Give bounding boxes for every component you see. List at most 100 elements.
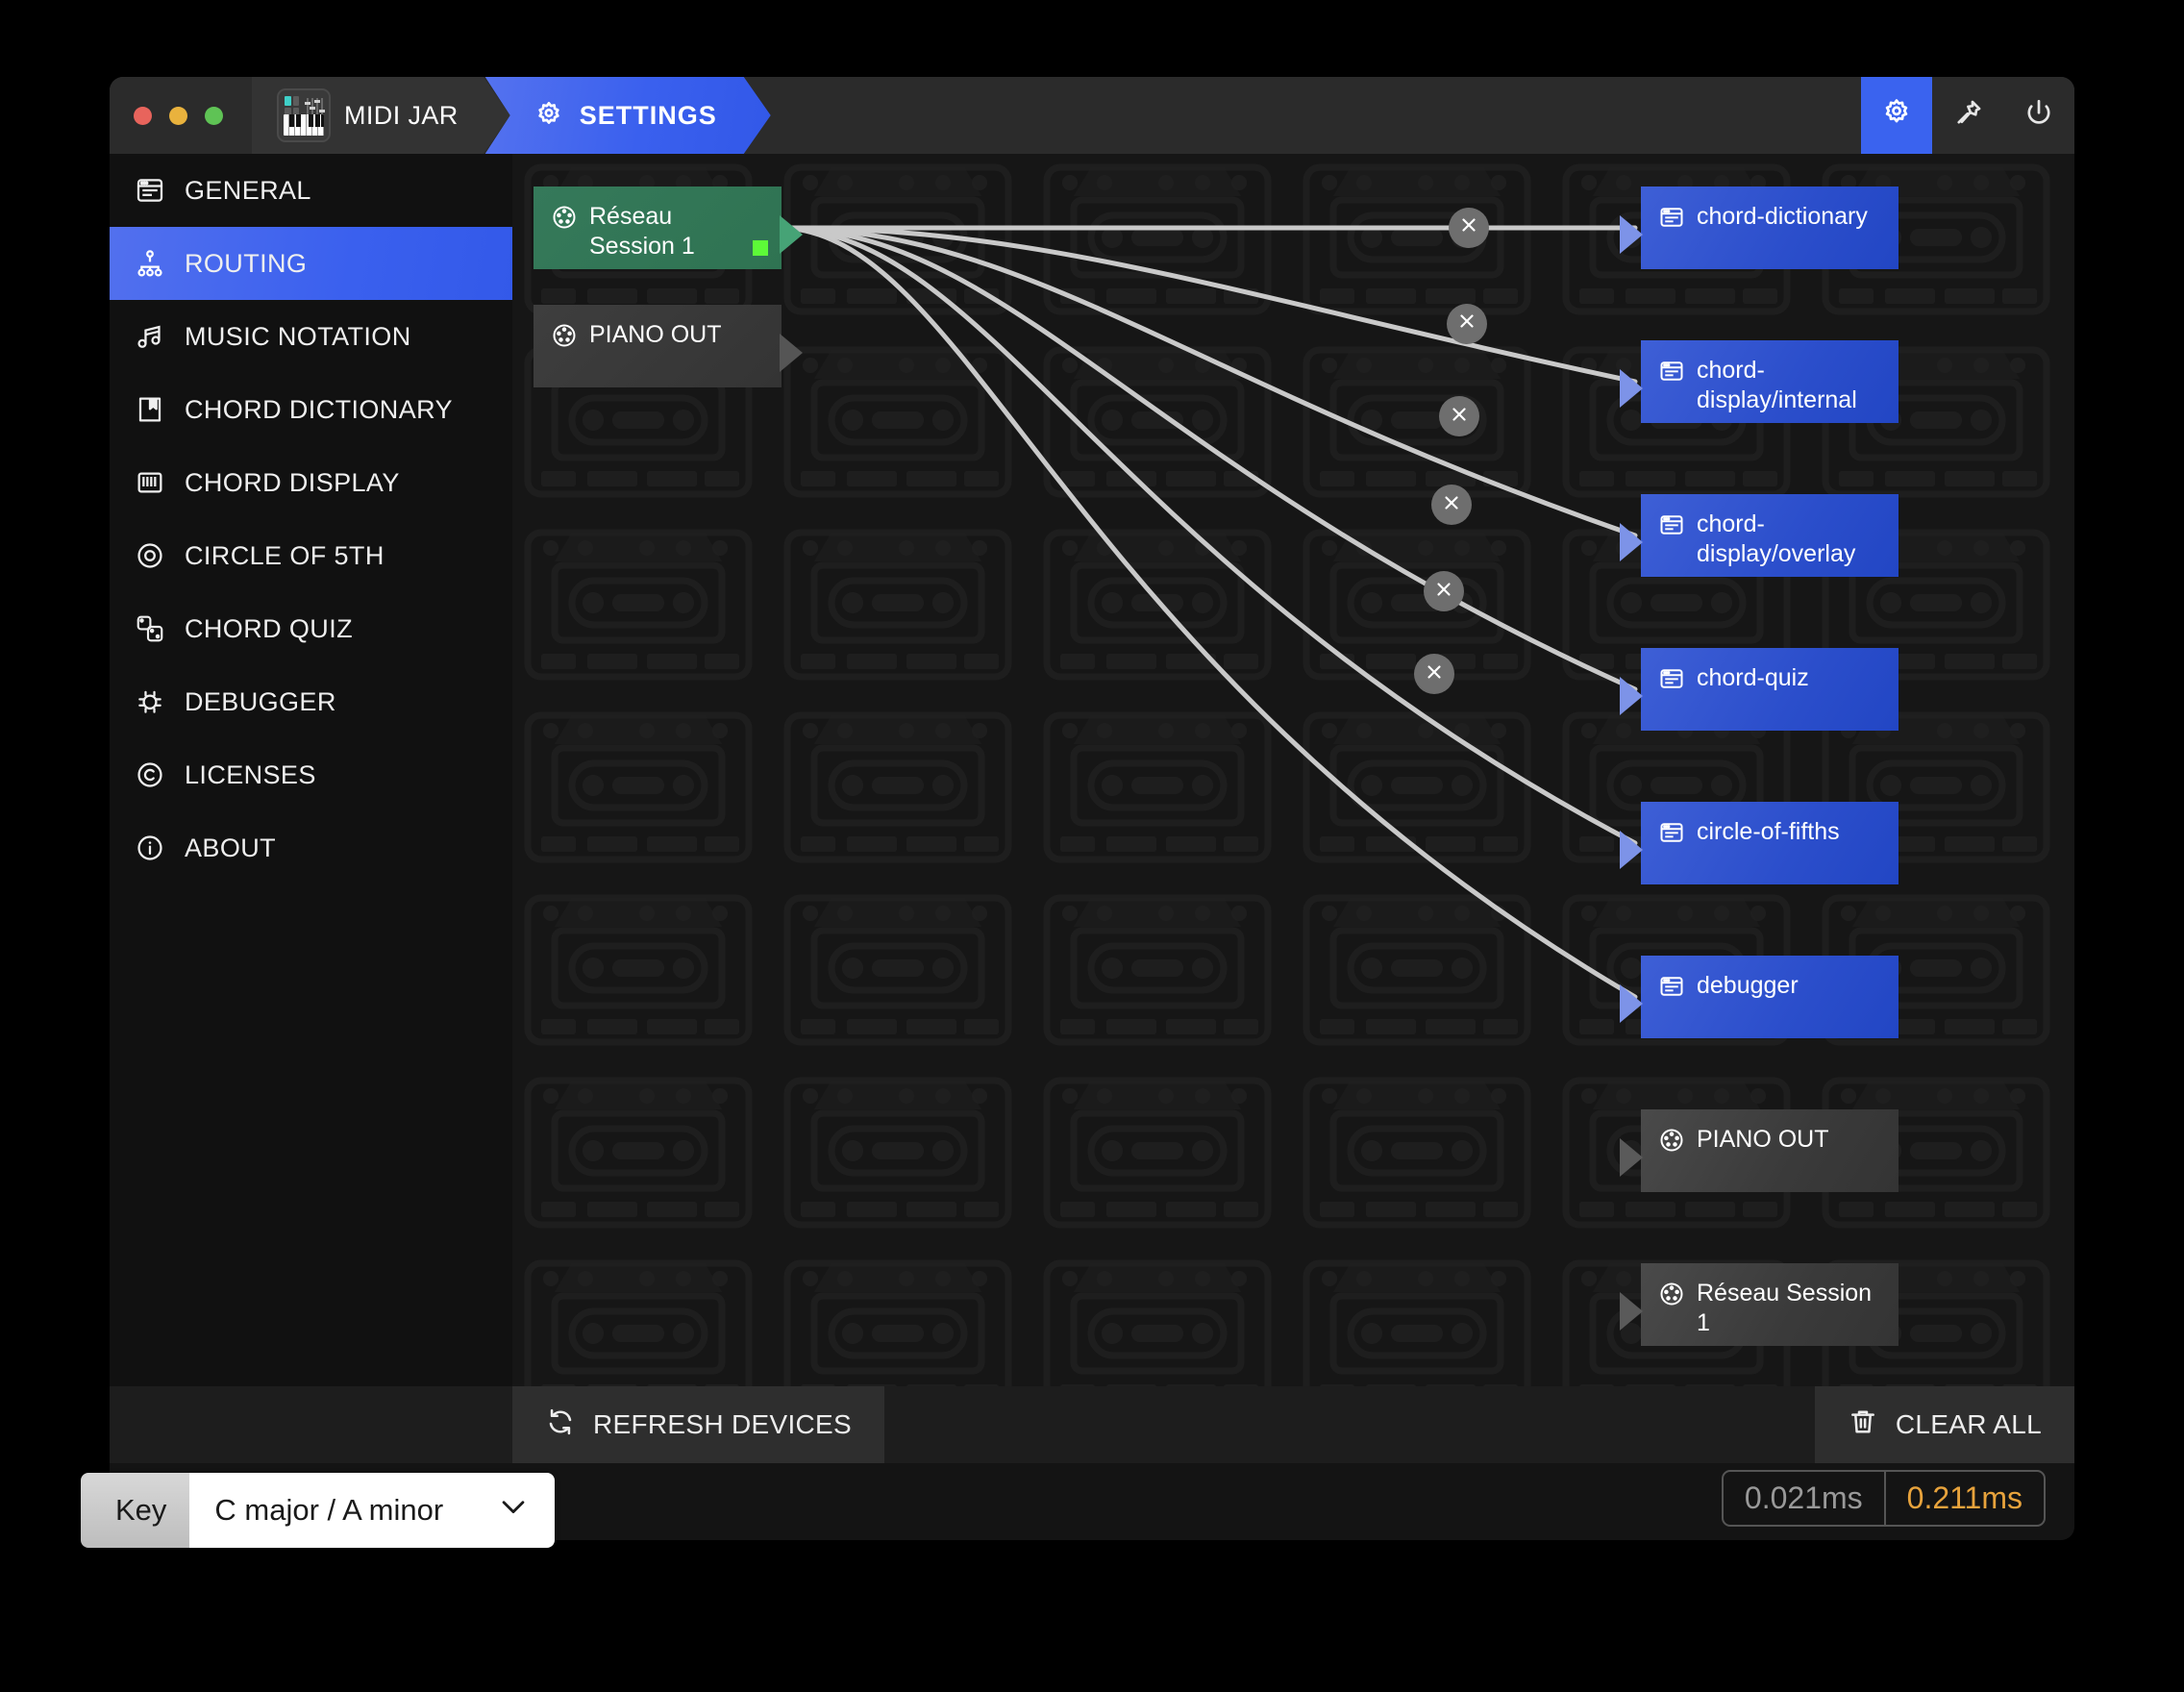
sidebar-item-label: CHORD DICTIONARY [185, 394, 453, 424]
refresh-icon [545, 1406, 576, 1444]
window-icon [135, 175, 165, 206]
node-input-port[interactable] [1620, 1138, 1643, 1177]
sidebar-item-label: CHORD QUIZ [185, 613, 353, 643]
sidebar-item-general[interactable]: GENERAL [110, 154, 512, 227]
sidebar-item-licenses[interactable]: LICENSES [110, 738, 512, 811]
destination-node-reseau-session-1[interactable]: Réseau Session 1 [1620, 1263, 1899, 1346]
zoom-window-button[interactable] [205, 106, 223, 125]
midi-jar-app-icon [277, 88, 331, 142]
window-icon [1658, 665, 1685, 692]
window-icon [1658, 204, 1685, 231]
trash-icon [1848, 1406, 1878, 1444]
sidebar-item-chord-display[interactable]: CHORD DISPLAY [110, 446, 512, 519]
sidebar-item-chord-quiz[interactable]: CHORD QUIZ [110, 592, 512, 665]
close-window-button[interactable] [134, 106, 152, 125]
pin-window-button[interactable] [1932, 77, 2003, 154]
close-icon [1433, 579, 1454, 605]
delete-connection-button[interactable] [1413, 654, 1454, 694]
power-icon [2023, 97, 2055, 135]
key-selector[interactable]: Key C major / A minor [81, 1473, 556, 1548]
node-input-port[interactable] [1620, 831, 1643, 869]
window-icon [1658, 819, 1685, 846]
gear-icon [1880, 97, 1913, 135]
node-label: chord-display/internal [1697, 357, 1857, 414]
latency-max-value: 0.211ms [1906, 1480, 2023, 1515]
node-input-port[interactable] [1620, 215, 1643, 254]
minimize-window-button[interactable] [169, 106, 187, 125]
destination-node-chord-display-internal[interactable]: chord-display/internal [1620, 340, 1899, 423]
title-bar: MIDI JAR SETTINGS [110, 77, 2074, 154]
node-label: chord-display/overlay [1697, 510, 1856, 568]
info-icon [135, 833, 165, 863]
node-label: Réseau Session 1 [589, 203, 695, 261]
settings-button[interactable] [1861, 77, 1932, 154]
key-value: C major / A minor [214, 1493, 444, 1527]
node-label: Réseau Session 1 [1697, 1280, 1873, 1337]
page-title: SETTINGS [579, 100, 717, 130]
copyright-icon [135, 759, 165, 790]
key-dropdown[interactable]: C major / A minor [189, 1473, 556, 1548]
sidebar-item-routing[interactable]: ROUTING [110, 227, 512, 300]
destination-node-chord-quiz[interactable]: chord-quiz [1620, 648, 1899, 731]
delete-connection-button[interactable] [1448, 207, 1489, 248]
breadcrumb: MIDI JAR SETTINGS [252, 77, 771, 154]
destination-node-piano-out[interactable]: PIANO OUT [1620, 1109, 1899, 1192]
node-label: debugger [1697, 972, 1799, 999]
sidebar-item-about[interactable]: ABOUT [110, 811, 512, 884]
source-node-piano-out[interactable]: PIANO OUT [534, 305, 803, 387]
delete-connection-button[interactable] [1430, 485, 1472, 526]
window-icon [1658, 973, 1685, 1000]
refresh-devices-button[interactable]: REFRESH DEVICES [512, 1386, 884, 1463]
circle-icon [135, 540, 165, 571]
sidebar-item-debugger[interactable]: DEBUGGER [110, 665, 512, 738]
clear-all-button[interactable]: CLEAR ALL [1814, 1386, 2074, 1463]
node-label: PIANO OUT [1697, 1126, 1829, 1153]
window-icon [1658, 511, 1685, 538]
node-input-port[interactable] [1620, 984, 1643, 1023]
close-icon [1441, 492, 1462, 518]
delete-connection-button[interactable] [1438, 396, 1479, 437]
sidebar-item-label: CIRCLE OF 5TH [185, 540, 385, 570]
routing-canvas[interactable]: Réseau Session 1 PIANO OUT chord-diction… [512, 154, 2074, 1386]
sidebar-item-circle-of-5th[interactable]: CIRCLE OF 5TH [110, 519, 512, 592]
pin-icon [1951, 97, 1984, 135]
node-output-port[interactable] [780, 334, 803, 372]
dice-icon [135, 613, 165, 644]
destination-node-circle-of-fifths[interactable]: circle-of-fifths [1620, 802, 1899, 884]
sidebar-item-chord-dictionary[interactable]: CHORD DICTIONARY [110, 373, 512, 446]
bug-icon [135, 686, 165, 717]
gear-icon [534, 100, 564, 131]
node-input-port[interactable] [1620, 523, 1643, 561]
settings-sidebar: GENERAL ROUTING MUSIC NOTATION CHORD DIC… [110, 154, 512, 1463]
delete-connection-button[interactable] [1446, 303, 1487, 344]
app-title: MIDI JAR [344, 100, 459, 130]
source-node-reseau-session-1[interactable]: Réseau Session 1 [534, 187, 803, 269]
midi-din-icon [551, 322, 578, 349]
destination-node-chord-dictionary[interactable]: chord-dictionary [1620, 187, 1899, 269]
window-icon [1658, 358, 1685, 385]
book-icon [135, 394, 165, 425]
node-input-port[interactable] [1620, 1292, 1643, 1331]
node-label: circle-of-fifths [1697, 818, 1840, 845]
sidebar-item-label: ABOUT [185, 833, 277, 862]
power-button[interactable] [2003, 77, 2074, 154]
destination-node-chord-display-overlay[interactable]: chord-display/overlay [1620, 494, 1899, 577]
chevron-down-icon [497, 1490, 530, 1530]
sidebar-item-music-notation[interactable]: MUSIC NOTATION [110, 300, 512, 373]
music-icon [135, 321, 165, 352]
sidebar-item-label: LICENSES [185, 759, 316, 789]
breadcrumb-settings[interactable]: SETTINGS [485, 77, 771, 154]
destination-node-debugger[interactable]: debugger [1620, 956, 1899, 1038]
footer-spacer [110, 1386, 512, 1463]
sidebar-item-label: DEBUGGER [185, 686, 336, 716]
node-input-port[interactable] [1620, 369, 1643, 408]
activity-indicator [753, 240, 768, 256]
refresh-devices-label: REFRESH DEVICES [593, 1409, 852, 1439]
delete-connection-button[interactable] [1423, 571, 1464, 612]
midi-din-icon [551, 204, 578, 231]
node-output-port[interactable] [780, 215, 803, 254]
node-input-port[interactable] [1620, 677, 1643, 715]
node-label: PIANO OUT [589, 321, 722, 348]
close-icon [1424, 661, 1445, 687]
breadcrumb-app[interactable]: MIDI JAR [252, 77, 510, 154]
